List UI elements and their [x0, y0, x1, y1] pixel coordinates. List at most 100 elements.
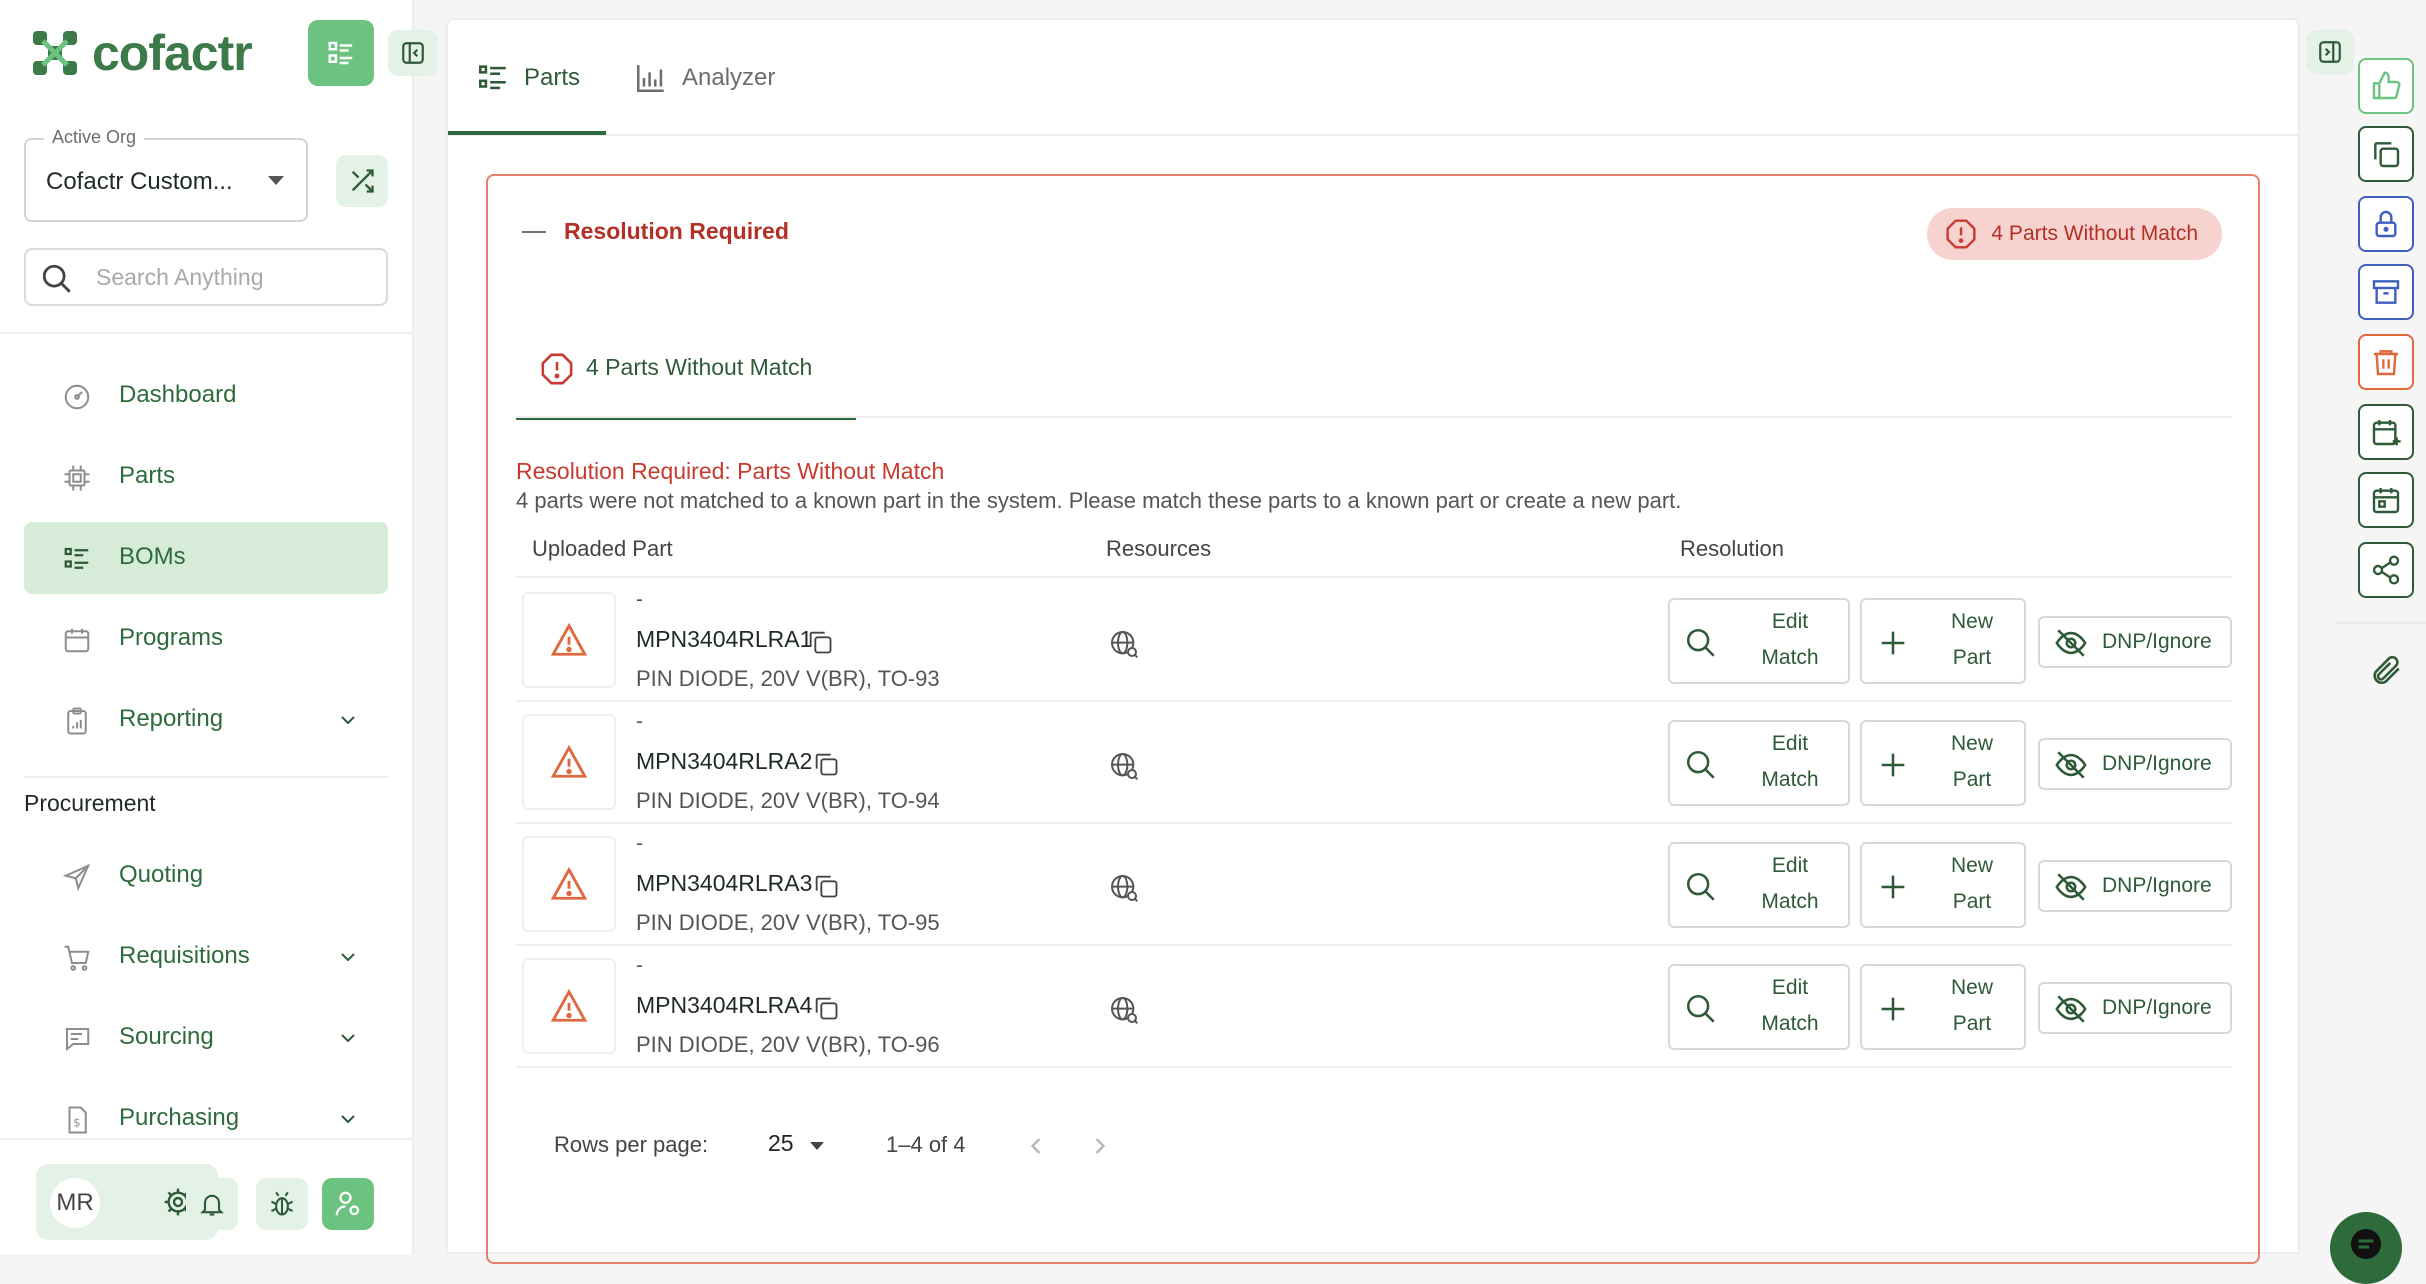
tab-parts-without-match[interactable]: 4 Parts Without Match: [516, 334, 856, 420]
edit-match-button[interactable]: Edit Match: [1668, 720, 1850, 806]
lock-icon: [2375, 210, 2397, 238]
chevron-left-icon[interactable]: [1022, 1132, 1050, 1160]
new-part-button[interactable]: New Part: [1860, 964, 2026, 1050]
search-icon: [42, 264, 71, 293]
edit-match-button[interactable]: Edit Match: [1668, 842, 1850, 928]
sidebar-item-requisitions[interactable]: Requisitions: [24, 921, 388, 993]
share-button[interactable]: [2358, 542, 2414, 598]
chevron-down-icon: [341, 1115, 355, 1124]
dnp-ignore-button[interactable]: DNP/Ignore: [2038, 616, 2232, 668]
send-icon: [62, 863, 91, 892]
chat-support-button[interactable]: [2330, 1212, 2402, 1284]
sidebar-item-label: Reporting: [119, 705, 224, 732]
active-org-select[interactable]: Active Org Cofactr Custom...: [24, 127, 308, 222]
eye-off-icon: [2055, 995, 2087, 1023]
app-logo[interactable]: cofactr: [30, 24, 253, 82]
sidebar-item-programs[interactable]: Programs: [24, 603, 388, 675]
resolution-card: Resolution Required 4 Parts Without Matc…: [486, 174, 2260, 1264]
archive-button[interactable]: [2358, 264, 2414, 320]
alert-octagon-icon: [1946, 219, 1976, 249]
collapse-toggle[interactable]: [522, 231, 546, 233]
table-row: - MPN3404RLRA1 PIN DIODE, 20V V(BR), TO-…: [516, 580, 2232, 702]
invoice-icon: $: [68, 1106, 87, 1134]
manufacturer-name: -: [636, 588, 643, 611]
list-icon: [64, 547, 89, 569]
globe-search-icon[interactable]: [1108, 872, 1140, 904]
report-bug-button[interactable]: [256, 1178, 308, 1230]
tab-label: Parts: [524, 64, 581, 91]
thumbs-up-icon: [2372, 71, 2401, 100]
shuffle-icon: [351, 169, 374, 193]
part-image-placeholder: [522, 958, 616, 1054]
button-label: DNP/Ignore: [2102, 752, 2212, 775]
sidebar-item-sourcing[interactable]: Sourcing: [24, 1002, 388, 1074]
search-icon: [1686, 750, 1715, 779]
sidebar-item-quoting[interactable]: Quoting: [24, 840, 388, 912]
button-label: New: [1950, 976, 1993, 999]
active-tab-indicator: [448, 131, 606, 135]
resolution-heading: Resolution Required: Parts Without Match: [516, 458, 945, 484]
schedule-button[interactable]: [2358, 472, 2414, 528]
sidebar-collapse-icon: [2319, 41, 2341, 63]
approve-button[interactable]: [2358, 58, 2414, 114]
account-button[interactable]: [322, 1178, 374, 1230]
sidebar-item-dashboard[interactable]: Dashboard: [24, 360, 388, 432]
new-part-button[interactable]: New Part: [1860, 598, 2026, 684]
new-part-button[interactable]: New Part: [1860, 720, 2026, 806]
dnp-ignore-button[interactable]: DNP/Ignore: [2038, 860, 2232, 912]
sidebar-item-label: Purchasing: [119, 1104, 240, 1131]
dnp-ignore-button[interactable]: DNP/Ignore: [2038, 738, 2232, 790]
plus-icon: [1881, 997, 1905, 1021]
avatar[interactable]: MR: [50, 1178, 100, 1228]
globe-search-icon[interactable]: [1108, 750, 1140, 782]
chat-search-icon: [65, 1028, 90, 1052]
dnp-ignore-button[interactable]: DNP/Ignore: [2038, 982, 2232, 1034]
search-input[interactable]: [96, 262, 366, 292]
notifications-button[interactable]: [186, 1178, 238, 1230]
globe-search-icon[interactable]: [1108, 994, 1140, 1026]
sidebar-item-boms[interactable]: BOMs: [24, 522, 388, 594]
copy-icon[interactable]: [812, 994, 840, 1022]
search-icon: [1686, 872, 1715, 901]
chevron-right-icon[interactable]: [1086, 1132, 1114, 1160]
collapse-right-panel-button[interactable]: [2306, 30, 2354, 74]
delete-button[interactable]: [2358, 334, 2414, 390]
sidebar-divider: [0, 332, 414, 334]
section-divider: [24, 776, 388, 778]
global-search[interactable]: [24, 248, 388, 306]
column-header: Resources: [1106, 536, 1212, 561]
rows-per-page-select[interactable]: 25: [768, 1130, 794, 1157]
chat-icon: [2351, 1229, 2381, 1259]
lock-button[interactable]: [2358, 196, 2414, 252]
plus-icon: [1881, 875, 1905, 899]
edit-match-button[interactable]: Edit Match: [1668, 598, 1850, 684]
duplicate-button[interactable]: [2358, 126, 2414, 182]
sidebar-item-purchasing[interactable]: $ Purchasing: [24, 1083, 388, 1155]
boms-view-button[interactable]: [308, 20, 374, 86]
table-header: Uploaded Part Resources Resolution: [516, 516, 2232, 578]
rows-per-page-label: Rows per page:: [554, 1132, 709, 1157]
edit-match-button[interactable]: Edit Match: [1668, 964, 1850, 1050]
dropdown-caret-icon: [810, 1142, 824, 1150]
alert-octagon-icon: [541, 353, 573, 385]
copy-icon[interactable]: [812, 872, 840, 900]
tab-parts[interactable]: Parts: [476, 60, 580, 96]
attachments-button[interactable]: [2358, 642, 2414, 698]
sidebar-item-reporting[interactable]: Reporting: [24, 684, 388, 756]
copy-icon[interactable]: [812, 750, 840, 778]
sidebar-item-label: BOMs: [119, 543, 186, 570]
new-part-button[interactable]: New Part: [1860, 842, 2026, 928]
chip-icon: [64, 465, 90, 491]
collapse-sidebar-button[interactable]: [388, 30, 438, 76]
table-row: - MPN3404RLRA4 PIN DIODE, 20V V(BR), TO-…: [516, 946, 2232, 1068]
calendar-icon: [64, 628, 90, 653]
globe-search-icon[interactable]: [1108, 628, 1140, 660]
copy-icon[interactable]: [806, 628, 834, 656]
tab-label: Analyzer: [682, 64, 776, 91]
switch-org-button[interactable]: [336, 155, 388, 207]
schedule-add-button[interactable]: [2358, 404, 2414, 460]
tab-analyzer[interactable]: Analyzer: [634, 60, 775, 96]
sidebar-item-parts[interactable]: Parts: [24, 441, 388, 513]
warning-triangle-icon: [550, 744, 588, 778]
part-mpn: MPN3404RLRA2: [636, 748, 813, 774]
